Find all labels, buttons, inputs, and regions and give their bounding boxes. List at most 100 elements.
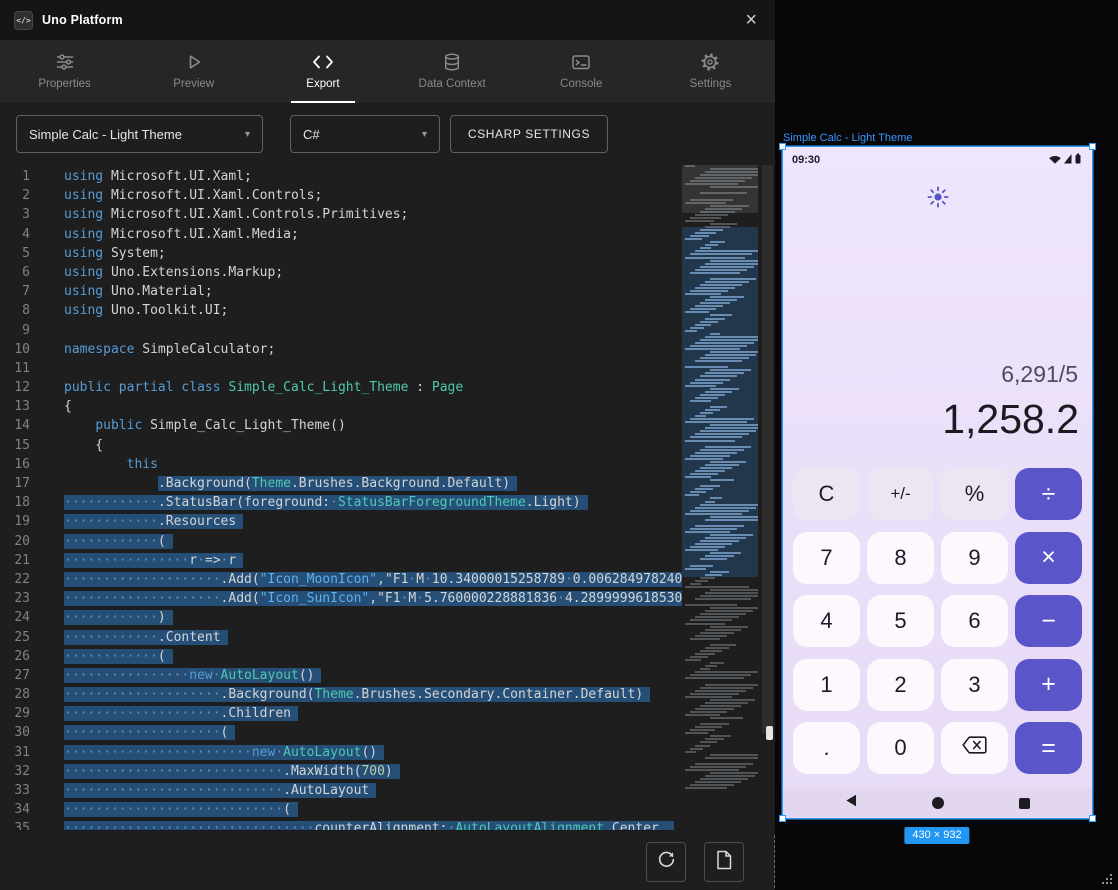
- calc-button-equals[interactable]: =: [1015, 722, 1082, 774]
- code-text: ············.StatusBar(foreground:·Statu…: [30, 493, 588, 512]
- code-editor[interactable]: 1using Microsoft.UI.Xaml;2using Microsof…: [0, 165, 775, 830]
- line-number: 5: [0, 244, 30, 263]
- calc-button-0[interactable]: 0: [867, 722, 934, 774]
- resize-grip[interactable]: [1102, 874, 1114, 886]
- design-canvas[interactable]: Simple Calc - Light Theme 09:30: [775, 0, 1118, 890]
- code-text: ····················.Add("Icon_MoonIcon"…: [30, 570, 682, 589]
- minimap-line: [710, 424, 758, 426]
- selection-handle-top-right[interactable]: [1089, 143, 1096, 150]
- minimap-line: [705, 537, 746, 539]
- close-icon[interactable]: ×: [741, 10, 761, 30]
- selection-handle-bottom-left[interactable]: [779, 815, 786, 822]
- calc-button-decimal[interactable]: .: [793, 722, 860, 774]
- minimap-line: [705, 299, 737, 301]
- minimap-line: [710, 296, 744, 298]
- code-line: 34····························(: [0, 800, 682, 819]
- calc-button-add[interactable]: +: [1015, 659, 1082, 711]
- phone-artboard[interactable]: 09:30: [783, 147, 1092, 818]
- calc-button-2[interactable]: 2: [867, 659, 934, 711]
- calc-button-3[interactable]: 3: [941, 659, 1008, 711]
- tab-export[interactable]: Export: [258, 40, 387, 103]
- minimap-line: [700, 705, 741, 707]
- code-line: 19············.Resources: [0, 512, 682, 531]
- minimap-line: [685, 476, 711, 478]
- code-line: 4using Microsoft.UI.Xaml.Media;: [0, 225, 682, 244]
- line-number: 1: [0, 167, 30, 186]
- minimap-line: [710, 772, 758, 774]
- minimap-line: [690, 382, 723, 384]
- code-line: 27················new·AutoLayout(): [0, 666, 682, 685]
- minimap-line: [685, 293, 721, 295]
- editor-scrollbar[interactable]: [762, 165, 773, 733]
- calc-button-9[interactable]: 9: [941, 532, 1008, 584]
- minimap[interactable]: [682, 165, 758, 830]
- battery-icon: [1076, 154, 1081, 163]
- minimap-line: [705, 372, 744, 374]
- calc-button-multiply[interactable]: ×: [1015, 532, 1082, 584]
- minimap-line: [690, 308, 716, 310]
- calc-button-6[interactable]: 6: [941, 595, 1008, 647]
- code-text: using Microsoft.UI.Xaml;: [30, 167, 252, 186]
- editor-footer: [0, 830, 775, 890]
- calc-button-subtract[interactable]: −: [1015, 595, 1082, 647]
- minimap-line: [705, 336, 758, 338]
- calc-button-4[interactable]: 4: [793, 595, 860, 647]
- nav-home-icon[interactable]: [932, 797, 944, 809]
- calc-button-clear[interactable]: C: [793, 468, 860, 520]
- language-select[interactable]: C# ▾: [290, 115, 440, 153]
- code-line: 33····························.AutoLayou…: [0, 781, 682, 800]
- selected-text: ············.Content: [64, 630, 228, 645]
- tab-label: Console: [560, 78, 602, 90]
- code-text: ································counterA…: [30, 819, 674, 830]
- panel-resize-handle[interactable]: [766, 726, 773, 740]
- selected-text: ····················.Add("Icon_SunIcon",…: [64, 591, 682, 606]
- calc-button-plus-minus[interactable]: +/-: [867, 468, 934, 520]
- code-text: .Background(Theme.Brushes.Background.Def…: [30, 474, 517, 493]
- artboard-label[interactable]: Simple Calc - Light Theme: [783, 132, 912, 144]
- code-rows-clip: 1using Microsoft.UI.Xaml;2using Microsof…: [0, 165, 682, 830]
- calc-button-8[interactable]: 8: [867, 532, 934, 584]
- refresh-button[interactable]: [646, 842, 686, 882]
- calc-button-7[interactable]: 7: [793, 532, 860, 584]
- export-file-button[interactable]: [704, 842, 744, 882]
- minimap-line: [700, 430, 756, 432]
- calc-button-5[interactable]: 5: [867, 595, 934, 647]
- line-number: 27: [0, 666, 30, 685]
- selection-handle-top-left[interactable]: [779, 143, 786, 150]
- minimap-line: [690, 546, 725, 548]
- minimap-line: [695, 397, 718, 399]
- calc-button-divide[interactable]: ÷: [1015, 468, 1082, 520]
- minimap-line: [700, 339, 758, 341]
- line-number: 9: [0, 321, 30, 340]
- status-time: 09:30: [792, 154, 820, 166]
- tab-preview[interactable]: Preview: [129, 40, 258, 103]
- minimap-line: [690, 748, 703, 750]
- minimap-line: [700, 778, 748, 780]
- calc-button-percent[interactable]: %: [941, 468, 1008, 520]
- line-number: 22: [0, 570, 30, 589]
- tab-settings[interactable]: Settings: [646, 40, 775, 103]
- nav-recents-icon[interactable]: [1019, 798, 1030, 809]
- calc-button-1[interactable]: 1: [793, 659, 860, 711]
- minimap-line: [685, 330, 697, 332]
- chevron-down-icon: ▾: [422, 129, 427, 140]
- line-number: 33: [0, 781, 30, 800]
- tab-console[interactable]: Console: [517, 40, 646, 103]
- minimap-line: [710, 699, 755, 701]
- theme-toggle-sun-icon[interactable]: [925, 184, 951, 210]
- page-select[interactable]: Simple Calc - Light Theme ▾: [16, 115, 263, 153]
- tab-data-context[interactable]: Data Context: [388, 40, 517, 103]
- selection-handle-bottom-right[interactable]: [1089, 815, 1096, 822]
- minimap-line: [700, 412, 713, 414]
- minimap-line: [685, 385, 716, 387]
- calc-button-backspace[interactable]: [941, 722, 1008, 774]
- line-number: 11: [0, 359, 30, 378]
- data-context-icon: [442, 51, 462, 73]
- wifi-icon: [1049, 155, 1061, 163]
- code-text: using Uno.Toolkit.UI;: [30, 301, 228, 320]
- nav-back-icon[interactable]: [845, 794, 857, 812]
- csharp-settings-button[interactable]: CSHARP SETTINGS: [450, 115, 608, 153]
- minimap-slider[interactable]: [682, 165, 758, 213]
- minimap-line: [695, 488, 713, 490]
- tab-properties[interactable]: Properties: [0, 40, 129, 103]
